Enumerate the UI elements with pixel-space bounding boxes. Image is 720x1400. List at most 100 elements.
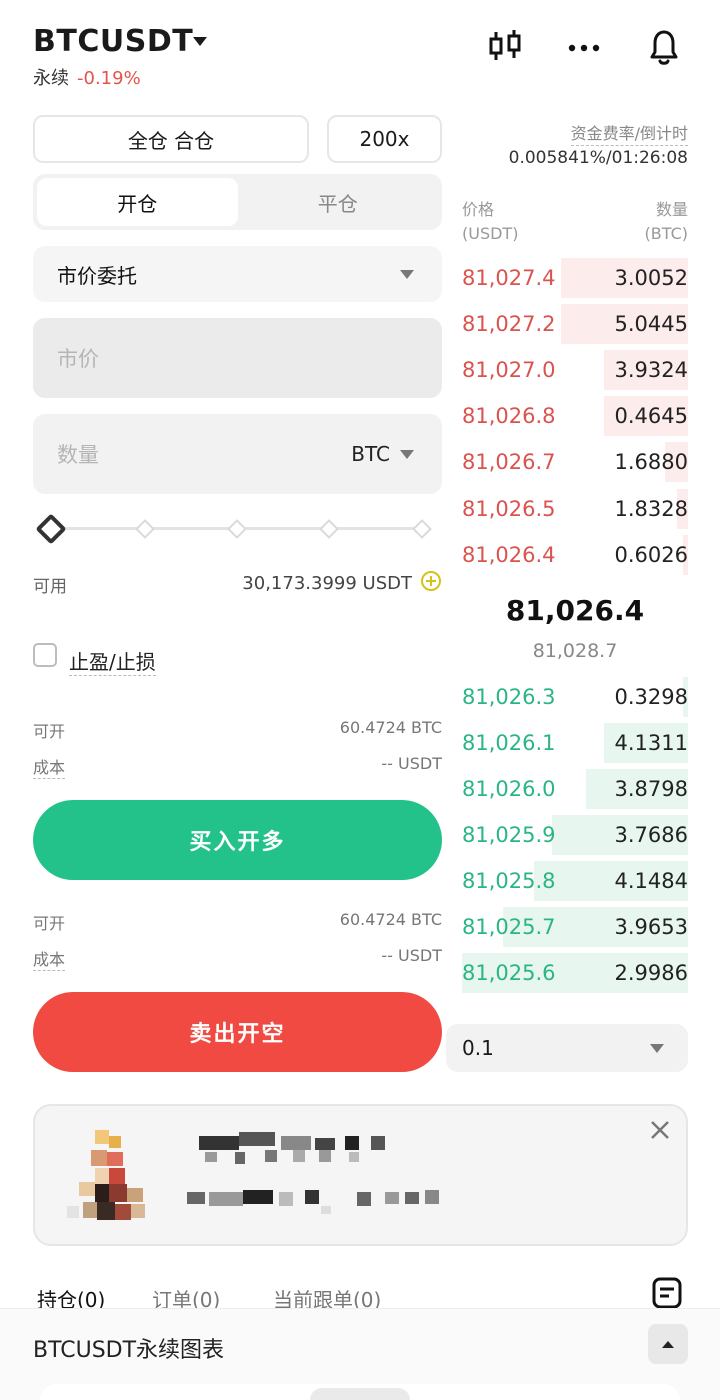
close-icon[interactable]	[648, 1118, 672, 1142]
bid-row[interactable]: 81,025.9 3.7686	[462, 813, 688, 857]
slider-mark-25[interactable]	[135, 519, 155, 539]
bid-price: 81,025.6	[462, 961, 556, 985]
funding-rate-value: 0.005841%/01:26:08	[508, 148, 688, 168]
available-row: 30,173.3999 USDT	[200, 570, 442, 596]
bid-qty: 4.1311	[614, 731, 688, 755]
symbol-title[interactable]: BTCUSDT	[33, 24, 193, 59]
mark-price: 81,028.7	[532, 640, 618, 662]
ask-qty: 0.6026	[614, 543, 688, 567]
buy-cost-label[interactable]: 成本	[33, 754, 66, 779]
bid-price: 81,025.7	[462, 915, 556, 939]
ask-price: 81,027.2	[462, 312, 556, 336]
add-funds-icon[interactable]	[420, 570, 442, 596]
sheet-handle[interactable]	[310, 1388, 410, 1400]
orderbook-qty-header: 数量 (BTC)	[588, 198, 688, 246]
sell-cost-label[interactable]: 成本	[33, 946, 66, 971]
price-header-label: 价格	[462, 200, 495, 219]
buy-long-button[interactable]: 买入开多	[33, 800, 442, 880]
tab-close[interactable]: 平仓	[238, 178, 439, 226]
ask-qty: 5.0445	[614, 312, 688, 336]
ask-qty: 3.9324	[614, 358, 688, 382]
ask-price: 81,026.5	[462, 497, 556, 521]
promo-banner[interactable]	[33, 1104, 688, 1246]
bid-qty: 3.7686	[614, 823, 688, 847]
bid-qty: 3.8798	[614, 777, 688, 801]
sell-can-open-label: 可开	[33, 914, 66, 933]
ask-qty: 1.6880	[614, 450, 688, 474]
price-header-unit: (USDT)	[462, 224, 519, 243]
bid-row[interactable]: 81,025.7 3.9653	[462, 905, 688, 949]
buy-cost-value: -- USDT	[381, 754, 442, 773]
bid-price: 81,025.9	[462, 823, 556, 847]
ask-row[interactable]: 81,026.7 1.6880	[462, 440, 688, 484]
promo-text-blurred	[187, 1132, 439, 1214]
funding-rate-label[interactable]: 资金费率/倒计时	[570, 120, 688, 146]
chevron-up-icon	[662, 1341, 674, 1348]
qty-header-unit: (BTC)	[644, 224, 688, 243]
chart-drawer-title: BTCUSDT永续图表	[33, 1338, 225, 1363]
ask-qty: 3.0052	[614, 266, 688, 290]
quantity-input[interactable]: 数量 BTC	[33, 414, 442, 494]
ask-row[interactable]: 81,027.2 5.0445	[462, 302, 688, 346]
bid-row[interactable]: 81,025.8 4.1484	[462, 859, 688, 903]
bid-row[interactable]: 81,025.6 2.9986	[462, 951, 688, 995]
buy-can-open-value: 60.4724 BTC	[339, 718, 442, 737]
bid-row[interactable]: 81,026.0 3.8798	[462, 767, 688, 811]
sell-can-open-value: 60.4724 BTC	[339, 910, 442, 929]
bid-price: 81,025.8	[462, 869, 556, 893]
ask-row[interactable]: 81,026.8 0.4645	[462, 394, 688, 438]
buy-can-open-label: 可开	[33, 722, 66, 741]
price-input[interactable]: 市价	[33, 318, 442, 398]
ask-price: 81,026.7	[462, 450, 556, 474]
bid-qty: 2.9986	[614, 961, 688, 985]
ask-price: 81,027.4	[462, 266, 556, 290]
slider-thumb[interactable]	[35, 513, 67, 545]
ask-row[interactable]: 81,026.5 1.8328	[462, 487, 688, 531]
position-tabs: 开仓 平仓	[33, 174, 442, 230]
quantity-unit-select[interactable]: BTC	[351, 442, 414, 466]
ask-row[interactable]: 81,026.4 0.6026	[462, 533, 688, 577]
bid-qty: 4.1484	[614, 869, 688, 893]
bid-row[interactable]: 81,026.1 4.1311	[462, 721, 688, 765]
ask-row[interactable]: 81,027.0 3.9324	[462, 348, 688, 392]
ask-qty: 1.8328	[614, 497, 688, 521]
ask-price: 81,026.4	[462, 543, 556, 567]
candlestick-chart-icon[interactable]	[481, 22, 529, 70]
margin-mode-button[interactable]: 全仓 合仓	[33, 115, 309, 163]
tpsl-checkbox[interactable]	[33, 643, 57, 667]
leverage-button[interactable]: 200x	[327, 115, 442, 163]
contract-info: 永续 -0.19%	[33, 64, 141, 90]
ask-qty: 0.4645	[614, 404, 688, 428]
slider-mark-50[interactable]	[227, 519, 247, 539]
available-label: 可用	[33, 577, 67, 597]
promo-image	[67, 1130, 145, 1220]
ask-row[interactable]: 81,027.4 3.0052	[462, 256, 688, 300]
qty-header-label: 数量	[655, 200, 688, 219]
notification-bell-icon[interactable]	[640, 22, 688, 70]
bid-row[interactable]: 81,026.3 0.3298	[462, 675, 688, 719]
chevron-down-icon	[400, 269, 414, 279]
symbol-dropdown-icon[interactable]	[193, 37, 207, 46]
chevron-down-icon	[650, 1043, 664, 1053]
orderbook-price-header: 价格 (USDT)	[462, 198, 518, 246]
chevron-down-icon	[400, 449, 414, 459]
precision-value: 0.1	[462, 1036, 494, 1060]
expand-chart-button[interactable]	[648, 1324, 688, 1364]
ask-price: 81,026.8	[462, 404, 556, 428]
sell-short-button[interactable]: 卖出开空	[33, 992, 442, 1072]
tab-open[interactable]: 开仓	[37, 178, 238, 226]
tpsl-label[interactable]: 止盈/止损	[69, 646, 156, 676]
bid-price: 81,026.3	[462, 685, 556, 709]
more-icon[interactable]	[560, 22, 608, 70]
available-value: 30,173.3999 USDT	[242, 572, 412, 594]
contract-type: 永续	[33, 68, 69, 89]
precision-select[interactable]: 0.1	[446, 1024, 688, 1072]
slider-mark-100[interactable]	[412, 519, 432, 539]
quantity-placeholder: 数量	[57, 443, 99, 467]
bid-price: 81,026.1	[462, 731, 556, 755]
change-percent: -0.19%	[77, 68, 141, 89]
bid-qty: 3.9653	[614, 915, 688, 939]
sell-cost-value: -- USDT	[381, 946, 442, 965]
order-type-select[interactable]: 市价委托	[33, 246, 442, 302]
slider-mark-75[interactable]	[319, 519, 339, 539]
